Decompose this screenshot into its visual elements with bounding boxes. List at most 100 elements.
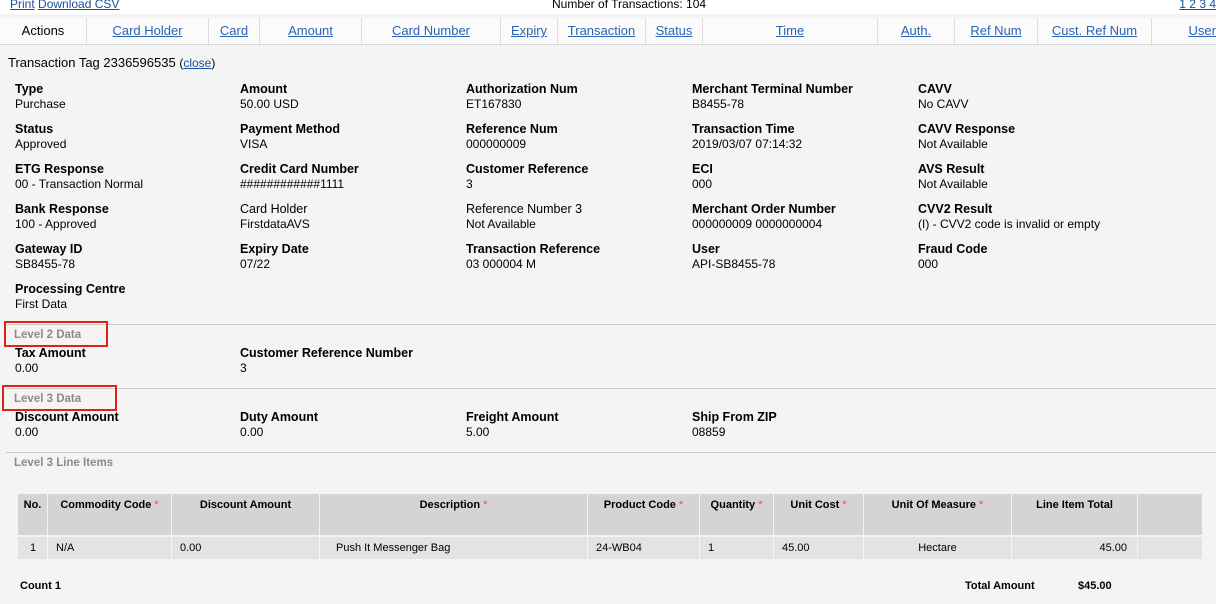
cell-line-item-total: 45.00: [1012, 537, 1138, 559]
field-tax-amount: Tax Amount 0.00: [15, 346, 86, 375]
header-description: Description *: [320, 494, 588, 535]
cell-no: 1: [18, 537, 48, 559]
header-no: No.: [18, 494, 48, 535]
sort-card-link[interactable]: Card: [220, 23, 248, 38]
sort-expiry-link[interactable]: Expiry: [511, 23, 547, 38]
transaction-count: Number of Transactions: 104: [552, 0, 707, 11]
field-user: User API-SB8455-78: [692, 242, 776, 271]
line-items-footer: Count 1 Total Amount $45.00: [0, 576, 1216, 596]
field-cvv2-result: CVV2 Result (I) - CVV2 code is invalid or…: [918, 202, 1101, 231]
field-cavv-response: CAVV Response Not Available: [918, 122, 1016, 151]
column-cust-ref-num: Cust. Ref Num: [1038, 18, 1152, 44]
header-quantity: Quantity *: [700, 494, 774, 535]
header-unit-of-measure: Unit Of Measure *: [864, 494, 1012, 535]
cell-unit-cost: 45.00: [774, 537, 864, 559]
level2-divider: [6, 324, 1216, 325]
sort-card-holder-link[interactable]: Card Holder: [112, 23, 182, 38]
field-discount-amount: Discount Amount 0.00: [15, 410, 119, 439]
header-unit-cost: Unit Cost *: [774, 494, 864, 535]
print-link[interactable]: Print: [10, 0, 35, 11]
column-time: Time: [703, 18, 878, 44]
transactions-header-row: Actions Card Holder Card Amount Card Num…: [0, 18, 1216, 45]
top-links: Print Download CSV: [10, 0, 119, 11]
column-card-number: Card Number: [362, 18, 501, 44]
column-transaction: Transaction: [558, 18, 646, 44]
field-customer-reference: Customer Reference 3: [466, 162, 589, 191]
field-status: Status Approved: [15, 122, 67, 151]
field-merchant-terminal-number: Merchant Terminal Number B8455-78: [692, 82, 853, 111]
column-card-holder: Card Holder: [87, 18, 209, 44]
sort-user-link[interactable]: User: [1189, 23, 1216, 38]
header-product-code: Product Code *: [588, 494, 700, 535]
column-user: User: [1152, 18, 1216, 44]
sort-auth-link[interactable]: Auth.: [901, 23, 931, 38]
field-customer-reference-number: Customer Reference Number 3: [240, 346, 413, 375]
download-csv-link[interactable]: Download CSV: [38, 0, 119, 11]
field-freight-amount: Freight Amount 5.00: [466, 410, 559, 439]
item-count: Count 1: [20, 580, 61, 592]
close-link[interactable]: close: [183, 56, 211, 70]
line-items-title: Level 3 Line Items: [14, 457, 114, 469]
field-reference-number-3: Reference Number 3 Not Available: [466, 202, 583, 231]
cell-discount-amount: 0.00: [172, 537, 320, 559]
column-actions: Actions: [0, 18, 87, 44]
field-gateway-id: Gateway ID SB8455-78: [15, 242, 83, 271]
field-eci: ECI 000: [692, 162, 713, 191]
field-bank-response: Bank Response 100 - Approved: [15, 202, 109, 231]
sort-amount-link[interactable]: Amount: [288, 23, 333, 38]
line-items-header: No. Commodity Code * Discount Amount Desc…: [18, 494, 1202, 535]
header-extra: [1138, 494, 1202, 535]
top-bar: Print Download CSV Number of Transaction…: [0, 0, 1216, 14]
total-amount-label: Total Amount: [965, 580, 1035, 592]
field-duty-amount: Duty Amount 0.00: [240, 410, 318, 439]
field-transaction-reference: Transaction Reference 03 000004 M: [466, 242, 601, 271]
cell-commodity-code: N/A: [48, 537, 172, 559]
line-items-divider: [6, 452, 1216, 453]
sort-card-number-link[interactable]: Card Number: [392, 23, 470, 38]
header-commodity-code: Commodity Code *: [48, 494, 172, 535]
field-cavv: CAVV No CAVV: [918, 82, 969, 111]
page-links[interactable]: 1 2 3 4: [1179, 0, 1216, 11]
sort-ref-num-link[interactable]: Ref Num: [970, 23, 1021, 38]
cell-extra: [1138, 537, 1202, 559]
field-ship-from-zip: Ship From ZIP 08859: [692, 410, 777, 439]
column-expiry: Expiry: [501, 18, 558, 44]
column-amount: Amount: [260, 18, 362, 44]
column-card: Card: [209, 18, 260, 44]
column-auth: Auth.: [878, 18, 955, 44]
header-line-item-total: Line Item Total: [1012, 494, 1138, 535]
pagination: 1 2 3 4: [1179, 0, 1216, 11]
level3-divider: [6, 388, 1216, 389]
cell-unit-of-measure: Hectare: [864, 537, 1012, 559]
field-processing-centre: Processing Centre First Data: [15, 282, 126, 311]
field-expiry-date: Expiry Date 07/22: [240, 242, 309, 271]
field-payment-method: Payment Method VISA: [240, 122, 341, 151]
field-amount: Amount 50.00 USD: [240, 82, 299, 111]
sort-cust-ref-num-link[interactable]: Cust. Ref Num: [1052, 23, 1137, 38]
level3-title: Level 3 Data: [14, 393, 82, 405]
field-transaction-time: Transaction Time 2019/03/07 07:14:32: [692, 122, 803, 151]
column-ref-num: Ref Num: [955, 18, 1038, 44]
sort-transaction-link[interactable]: Transaction: [568, 23, 635, 38]
field-authorization-num: Authorization Num ET167830: [466, 82, 578, 111]
field-fraud-code: Fraud Code 000: [918, 242, 988, 271]
transaction-tag-text: Transaction Tag 2336596535: [8, 55, 176, 70]
transaction-tag-title: Transaction Tag 2336596535 (close): [8, 55, 216, 70]
cell-description: Push It Messenger Bag: [320, 537, 588, 559]
line-item-row: 1 N/A 0.00 Push It Messenger Bag 24-WB04…: [18, 537, 1202, 559]
sort-status-link[interactable]: Status: [656, 23, 693, 38]
field-etg-response: ETG Response 00 - Transaction Normal: [15, 162, 144, 191]
field-card-holder: Card Holder FirstdataAVS: [240, 202, 310, 231]
header-discount-amount: Discount Amount: [172, 494, 320, 535]
level2-title: Level 2 Data: [14, 329, 82, 341]
field-reference-num: Reference Num 000000009: [466, 122, 558, 151]
column-status: Status: [646, 18, 703, 44]
field-credit-card-number: Credit Card Number ############1111: [240, 162, 359, 191]
cell-product-code: 24-WB04: [588, 537, 700, 559]
cell-quantity: 1: [700, 537, 774, 559]
field-avs-result: AVS Result Not Available: [918, 162, 988, 191]
sort-time-link[interactable]: Time: [776, 23, 804, 38]
field-type: Type Purchase: [15, 82, 66, 111]
field-merchant-order-number: Merchant Order Number 000000009 000000000…: [692, 202, 836, 231]
total-amount-value: $45.00: [1078, 580, 1112, 592]
